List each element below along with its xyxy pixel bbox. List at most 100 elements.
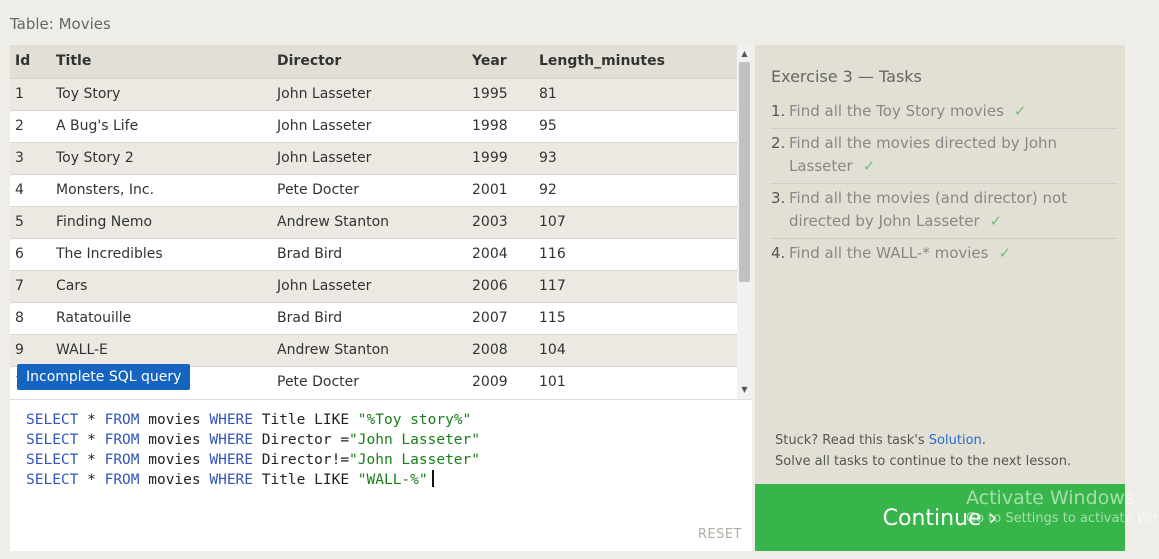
sql-keyword: SELECT <box>26 452 79 468</box>
table-caption: Table: Movies <box>10 15 111 33</box>
task-item: 2. Find all the movies directed by John L… <box>771 129 1117 184</box>
sql-code[interactable]: SELECT * FROM movies WHERE Title LIKE "%… <box>26 410 480 490</box>
incomplete-query-tooltip: Incomplete SQL query <box>17 364 191 390</box>
task-text: Find all the WALL-* movies <box>789 244 989 262</box>
table-row: 2 A Bug's Life John Lasseter 1998 95 <box>10 110 737 142</box>
table-row: 3 Toy Story 2 John Lasseter 1999 93 <box>10 142 737 174</box>
scrollbar-thumb[interactable] <box>739 62 750 282</box>
scroll-down-arrow-icon[interactable]: ▼ <box>737 383 752 397</box>
column-header-year: Year <box>472 53 507 70</box>
task-item: 1. Find all the Toy Story movies ✓ <box>771 97 1117 129</box>
cell-title: A Bug's Life <box>56 118 139 134</box>
text-cursor <box>431 470 434 487</box>
cell-title: Cars <box>56 278 88 294</box>
results-table-panel: Id Title Director Year Length_minutes 1 T… <box>10 45 752 399</box>
solution-link[interactable]: Solution <box>929 433 982 448</box>
cell-director: Pete Docter <box>277 374 360 391</box>
table-row: 1 Toy Story John Lasseter 1995 81 <box>10 78 737 110</box>
code-line: SELECT * FROM movies WHERE Director ="Jo… <box>26 430 480 450</box>
cell-title: Ratatouille <box>56 310 132 326</box>
sql-keyword: FROM <box>104 412 140 428</box>
watermark-subtitle: Go to Settings to activate Windows. <box>966 511 1159 526</box>
sql-text: Title LIKE <box>253 472 358 488</box>
task-number: 3. <box>771 189 786 207</box>
table-row: 4 Monsters, Inc. Pete Docter 2001 92 <box>10 174 737 206</box>
check-icon: ✓ <box>998 244 1012 262</box>
cell-length: 81 <box>539 86 557 102</box>
cell-year: 1995 <box>472 86 508 102</box>
column-header-length: Length_minutes <box>539 53 665 70</box>
cell-id: 6 <box>15 246 24 262</box>
cell-length: 116 <box>539 246 566 262</box>
cell-length: 117 <box>539 278 566 294</box>
cell-year: 2008 <box>472 342 508 358</box>
cell-title: Monsters, Inc. <box>56 182 155 198</box>
cell-id: 3 <box>15 150 24 166</box>
sql-string: "John Lasseter" <box>349 452 480 468</box>
sql-text: Director = <box>253 432 350 448</box>
table-body: 1 Toy Story John Lasseter 1995 81 2 A Bug's Li… <box>10 78 737 398</box>
activate-windows-watermark: Activate Windows Go to Settings to activ… <box>966 487 1159 526</box>
task-item: 3. Find all the movies (and director) not… <box>771 184 1117 239</box>
sql-keyword: WHERE <box>209 412 254 428</box>
task-number: 1. <box>771 102 786 120</box>
table-row: 5 Finding Nemo Andrew Stanton 2003 107 <box>10 206 737 238</box>
help-text: Stuck? Read this task's Solution. Solve … <box>775 430 1071 472</box>
task-text: Find all the Toy Story movies <box>789 102 1004 120</box>
sql-string: "John Lasseter" <box>349 432 480 448</box>
sql-string: "%Toy story%" <box>357 412 472 428</box>
cell-id: 8 <box>15 310 24 326</box>
sql-text: * <box>78 412 105 428</box>
cell-id: 5 <box>15 214 24 230</box>
cell-title: The Incredibles <box>56 246 163 262</box>
sql-text: Title LIKE <box>253 412 358 428</box>
cell-year: 2004 <box>472 246 508 262</box>
cell-id: 4 <box>15 182 24 198</box>
scroll-up-arrow-icon[interactable]: ▲ <box>737 47 752 61</box>
sql-text: Director!= <box>253 452 350 468</box>
stuck-prefix: Stuck? Read this task's <box>775 433 929 448</box>
stuck-line: Stuck? Read this task's Solution. <box>775 430 1071 451</box>
column-header-title: Title <box>56 53 92 70</box>
cell-director: Brad Bird <box>277 246 343 262</box>
cell-year: 2007 <box>472 310 508 326</box>
sql-text: movies <box>139 432 210 448</box>
check-icon: ✓ <box>1013 102 1027 120</box>
tasks-title: Exercise 3 — Tasks <box>771 67 922 86</box>
tasks-panel: Exercise 3 — Tasks 1. Find all the Toy St… <box>755 45 1125 484</box>
sql-keyword: WHERE <box>209 452 254 468</box>
sql-keyword: WHERE <box>209 472 254 488</box>
table-row: 9 WALL-E Andrew Stanton 2008 104 <box>10 334 737 366</box>
task-number: 4. <box>771 244 786 262</box>
cell-director: John Lasseter <box>277 150 372 166</box>
cell-length: 101 <box>539 374 566 391</box>
watermark-title: Activate Windows <box>966 487 1135 509</box>
cell-length: 92 <box>539 182 557 198</box>
task-text-wrap: Find all the movies directed by John Las… <box>789 132 1117 178</box>
cell-year: 2006 <box>472 278 508 294</box>
cell-director: John Lasseter <box>277 118 372 134</box>
table-scrollbar[interactable]: ▲ ▼ <box>737 45 752 399</box>
stuck-suffix: . <box>981 433 986 448</box>
cell-title: WALL-E <box>56 342 108 358</box>
table-row: 8 Ratatouille Brad Bird 2007 115 <box>10 302 737 334</box>
sql-text: movies <box>139 412 210 428</box>
table-row: 7 Cars John Lasseter 2006 117 <box>10 270 737 302</box>
cell-id: 1 <box>15 86 24 102</box>
cell-year: 1998 <box>472 118 508 134</box>
cell-year: 1999 <box>472 150 508 166</box>
table-row: 6 The Incredibles Brad Bird 2004 116 <box>10 238 737 270</box>
table-header-row: Id Title Director Year Length_minutes <box>10 45 737 78</box>
reset-button[interactable]: RESET <box>698 527 742 542</box>
task-number: 2. <box>771 134 786 152</box>
task-text-wrap: Find all the WALL-* movies ✓ <box>789 242 1117 265</box>
sql-keyword: WHERE <box>209 432 254 448</box>
task-item: 4. Find all the WALL-* movies ✓ <box>771 239 1117 270</box>
cell-year: 2003 <box>472 214 508 230</box>
sql-editor[interactable]: SELECT * FROM movies WHERE Title LIKE "%… <box>10 399 752 551</box>
cell-length: 95 <box>539 118 557 134</box>
check-icon: ✓ <box>862 157 876 175</box>
cell-year: 2009 <box>472 374 508 391</box>
cell-director: John Lasseter <box>277 278 372 294</box>
column-header-director: Director <box>277 53 342 70</box>
